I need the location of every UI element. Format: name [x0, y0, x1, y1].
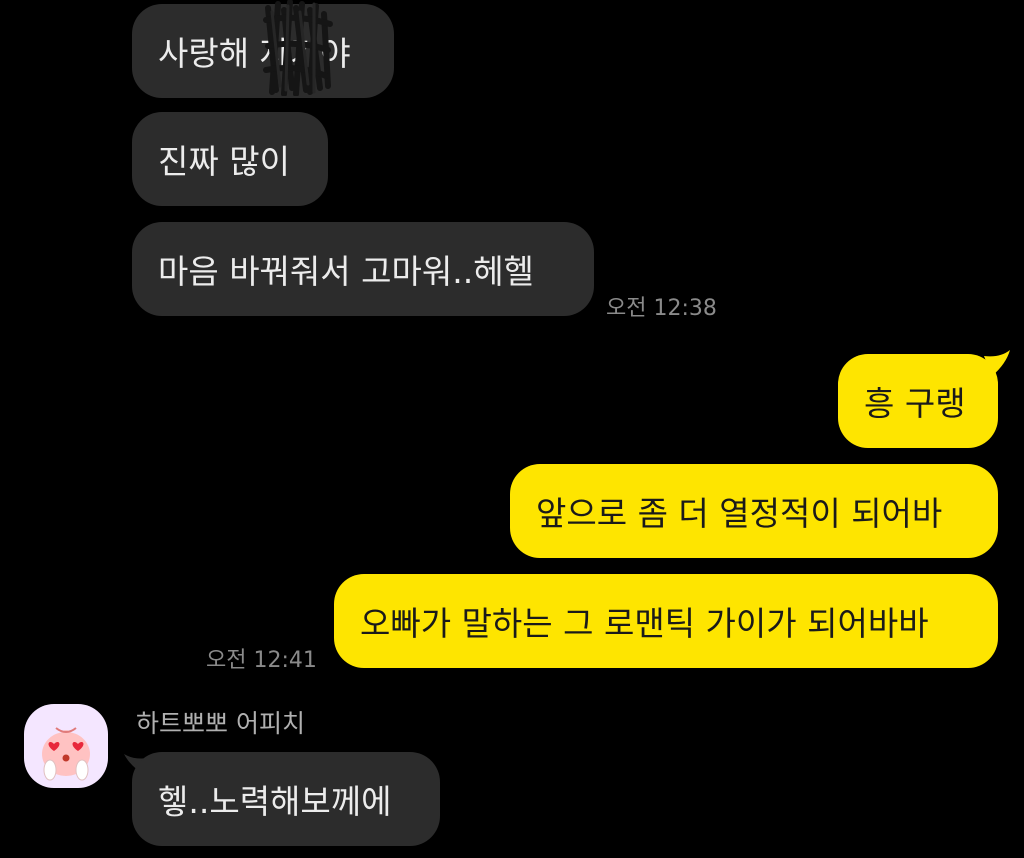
redaction-scribble [263, 0, 333, 96]
message-timestamp: 오전 12:41 [206, 648, 317, 673]
message-text: 진짜 많이 [158, 142, 290, 181]
message-text: 헿..노력해보께에 [158, 782, 392, 821]
message-text: 앞으로 좀 더 열정적이 되어바 [536, 494, 943, 533]
message-bubble-incoming[interactable]: 마음 바꿔줘서 고마워..헤헬 [132, 222, 594, 316]
sender-name: 하트뽀뽀 어피치 [136, 709, 305, 738]
message-timestamp: 오전 12:38 [606, 296, 717, 321]
message-text: 마음 바꿔줘서 고마워..헤헬 [158, 252, 534, 291]
message-bubble-outgoing[interactable]: 앞으로 좀 더 열정적이 되어바 [510, 464, 998, 558]
message-bubble-outgoing[interactable]: 오빠가 말하는 그 로맨틱 가이가 되어바바 [334, 574, 998, 668]
apeach-heart-eyes-icon[interactable] [24, 704, 108, 788]
message-text: 오빠가 말하는 그 로맨틱 가이가 되어바바 [360, 604, 929, 643]
message-bubble-incoming[interactable]: 진짜 많이 [132, 112, 328, 206]
message-bubble-incoming[interactable]: 헿..노력해보께에 [132, 752, 440, 846]
message-text: 흥 구랭 [864, 384, 966, 423]
bubble-tail [984, 350, 1010, 376]
message-bubble-outgoing[interactable]: 흥 구랭 [838, 354, 998, 448]
